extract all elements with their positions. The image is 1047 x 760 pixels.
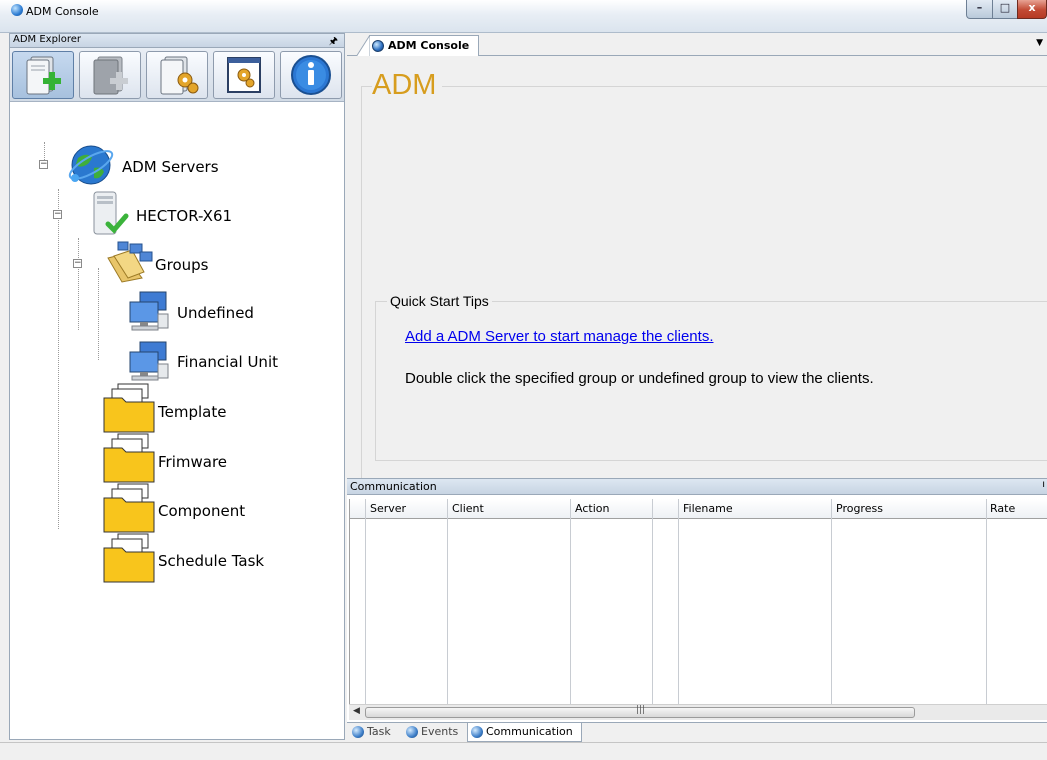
globe-icon	[68, 145, 114, 185]
column-status[interactable]	[653, 499, 679, 707]
tree-connector	[98, 268, 99, 360]
add-server-link[interactable]: Add a ADM Server to start manage the cli…	[405, 328, 713, 345]
server-gear-icon	[160, 56, 199, 95]
server-online-icon	[93, 191, 129, 235]
minimize-button[interactable]: –	[966, 0, 993, 19]
events-icon	[406, 726, 418, 738]
quick-start-hint: Double click the specified group or unde…	[405, 370, 874, 387]
tree-node-template[interactable]: Template	[158, 403, 226, 421]
server-tree: − ADM Servers − HECTOR-X61 − Groups Unde…	[10, 104, 344, 740]
tree-node-financial-unit[interactable]: Financial Unit	[177, 353, 278, 371]
column-action[interactable]: Action	[571, 499, 653, 707]
explorer-toolbar	[10, 48, 344, 102]
title-bar: ADM Console – □ x	[0, 0, 1047, 33]
column-header-progress: Progress	[836, 502, 883, 515]
collapse-toggle-server[interactable]: −	[53, 210, 62, 219]
tree-connector	[58, 189, 59, 529]
bottom-tab-strip: Task Events Communication	[347, 722, 1047, 742]
tree-node-schedule-task[interactable]: Schedule Task	[158, 552, 264, 570]
communication-header: Communication ı	[347, 479, 1047, 495]
tab-task-label: Task	[367, 725, 391, 738]
column-client[interactable]: Client	[448, 499, 571, 707]
tree-node-adm-servers[interactable]: ADM Servers	[122, 158, 219, 176]
minimize-icon: –	[976, 1, 983, 14]
maximize-button[interactable]: □	[992, 0, 1018, 19]
column-header-action: Action	[575, 502, 610, 515]
tree-node-component[interactable]: Component	[158, 502, 245, 520]
column-header-rate: Rate	[990, 502, 1016, 515]
tab-communication-label: Communication	[486, 725, 573, 738]
grid-row-header-column	[350, 499, 366, 707]
communication-title: Communication	[350, 480, 437, 493]
tab-dropdown-icon[interactable]: ▼	[1036, 38, 1043, 48]
column-filename[interactable]: Filename	[679, 499, 832, 707]
computers-icon	[129, 341, 169, 381]
scroll-left-icon[interactable]: ◀	[353, 706, 360, 716]
tree-node-firmware[interactable]: Frimware	[158, 453, 227, 471]
column-header-client: Client	[452, 502, 484, 515]
tab-events[interactable]: Events	[403, 723, 466, 742]
status-bar	[0, 742, 1047, 760]
column-header-filename: Filename	[683, 502, 733, 515]
column-header-server: Server	[370, 502, 407, 515]
communication-panel: Communication ı Server Client Action Fil…	[347, 478, 1047, 722]
column-server[interactable]: Server	[366, 499, 448, 707]
adm-console-window: ADM Console – □ x ADM Explorer 🖈 − ADM S…	[0, 0, 1047, 760]
tab-events-label: Events	[421, 725, 459, 738]
explorer-header: ADM Explorer 🖈	[10, 34, 344, 48]
tab-task[interactable]: Task	[349, 723, 401, 742]
collapse-toggle-groups[interactable]: −	[73, 259, 82, 268]
console-icon	[372, 40, 384, 52]
communication-icon	[471, 726, 483, 738]
server-remove-icon	[93, 56, 128, 95]
folder-icon	[103, 483, 155, 533]
server-settings-button[interactable]	[146, 51, 208, 99]
tab-communication[interactable]: Communication	[467, 723, 582, 742]
folder-icon	[103, 433, 155, 483]
scroll-grip-icon: |||	[636, 705, 646, 715]
tab-adm-console[interactable]: ADM Console	[356, 35, 479, 57]
tab-label: ADM Console	[388, 39, 470, 52]
column-progress[interactable]: Progress	[832, 499, 987, 707]
adm-console-document: ADM Quick Start Tips Add a ADM Server to…	[347, 56, 1047, 516]
close-icon: x	[1028, 1, 1036, 14]
horizontal-scrollbar[interactable]: ◀ |||	[349, 704, 1047, 720]
column-rate[interactable]: Rate	[987, 499, 1047, 707]
server-add-icon	[26, 56, 61, 95]
window-gear-icon	[227, 57, 261, 93]
folder-icon	[103, 383, 155, 433]
close-button[interactable]: x	[1017, 0, 1047, 19]
tree-node-undefined[interactable]: Undefined	[177, 304, 254, 322]
info-button[interactable]	[280, 51, 342, 99]
tree-connector	[78, 238, 79, 330]
collapse-toggle-adm-servers[interactable]: −	[39, 160, 48, 169]
task-icon	[352, 726, 364, 738]
explorer-title: ADM Explorer	[13, 34, 81, 45]
app-icon	[11, 4, 23, 16]
folder-icon	[103, 533, 155, 583]
tree-node-groups[interactable]: Groups	[155, 256, 208, 274]
adm-heading: ADM	[372, 69, 443, 102]
computers-icon	[129, 291, 169, 331]
groups-icon	[107, 241, 153, 283]
info-icon	[291, 55, 331, 95]
adm-explorer-panel: ADM Explorer 🖈 − ADM Servers − HECTOR-X6…	[9, 33, 345, 740]
tree-node-server[interactable]: HECTOR-X61	[136, 207, 232, 225]
communication-grid: Server Client Action Filename Progress R…	[349, 499, 1047, 707]
tab-edge	[356, 35, 370, 57]
document-tab-strip: ADM Console ▼	[347, 33, 1047, 57]
window-settings-button[interactable]	[213, 51, 275, 99]
quick-start-title: Quick Start Tips	[387, 293, 492, 309]
remove-server-button[interactable]	[79, 51, 141, 99]
maximize-icon: □	[999, 1, 1011, 14]
pin-icon[interactable]: ı	[1042, 479, 1045, 490]
window-title: ADM Console	[26, 5, 99, 18]
add-server-button[interactable]	[12, 51, 74, 99]
